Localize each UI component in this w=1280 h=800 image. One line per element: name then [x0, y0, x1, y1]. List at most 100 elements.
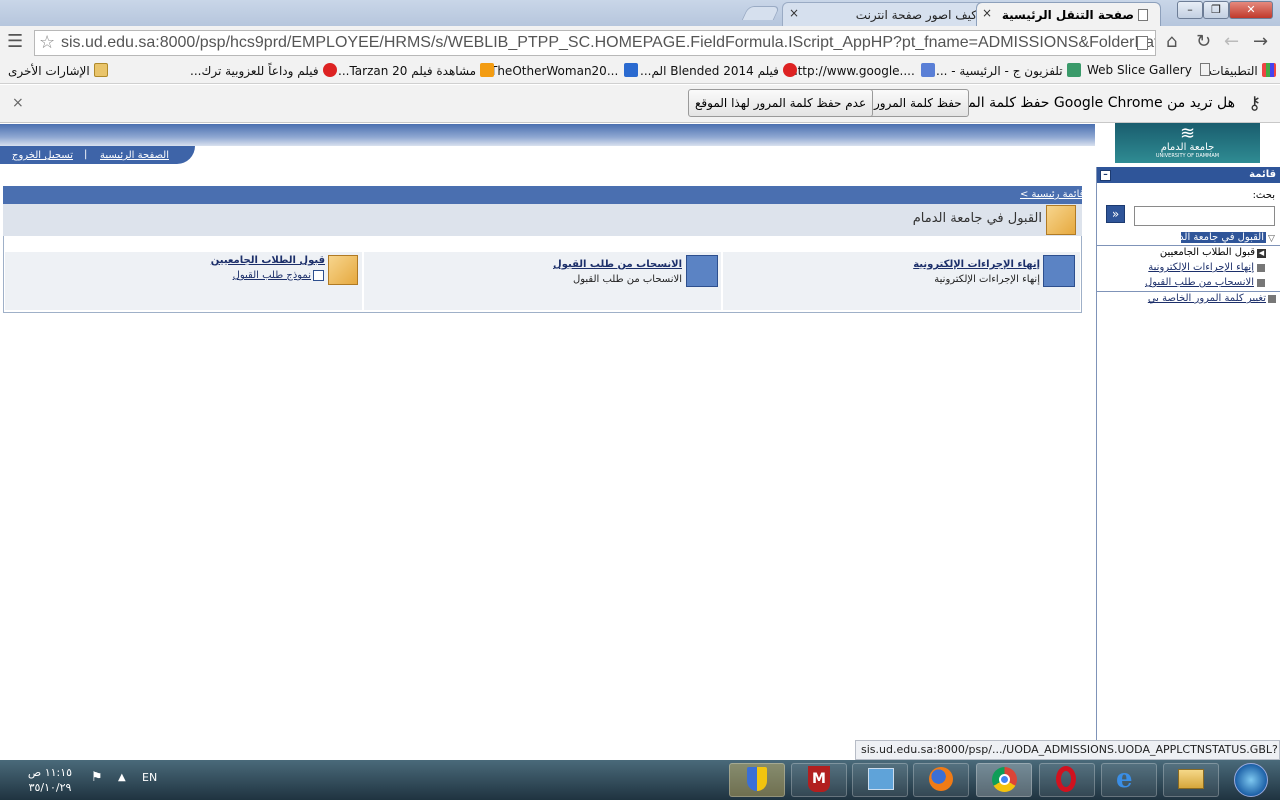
close-window-button[interactable]: ✕	[1229, 1, 1273, 19]
infobar-close-icon[interactable]: ×	[12, 95, 24, 111]
bookmark-blended[interactable]: فيلم Blended 2014 الم...	[640, 63, 797, 78]
bookmark-label: تلفزيون ج - الرئيسية - ...	[936, 64, 1063, 78]
page-icon	[1199, 63, 1210, 76]
bookmark-label: الإشارات الأخرى	[8, 64, 90, 78]
save-password-button[interactable]: حفظ كلمة المرور	[867, 89, 969, 117]
menu-header: قائمة	[1097, 167, 1280, 183]
bookmark-tv[interactable]: تلفزيون ج - الرئيسية - ...	[936, 63, 1081, 78]
bookmark-other[interactable]: الإشارات الأخرى	[8, 63, 108, 78]
opera-icon	[1056, 766, 1076, 792]
menu-item-change-password[interactable]: تغيير كلمة المرور الخاصة بي	[1120, 293, 1266, 304]
bullet-icon	[1257, 264, 1265, 272]
tab-screenshot-howto[interactable]: كيف اصور صفحة انترنت	[782, 2, 1004, 26]
maximize-button[interactable]: ❐	[1203, 1, 1229, 19]
key-icon: ⚷	[1248, 93, 1262, 114]
page-icon	[1137, 36, 1148, 50]
address-bar[interactable]: sis.ud.edu.sa:8000/psp/hcs9prd/EMPLOYEE/…	[34, 30, 1156, 56]
menu-title: قائمة	[1249, 169, 1276, 180]
shield-icon	[747, 767, 767, 791]
expand-arrow-icon[interactable]: ▽	[1268, 234, 1275, 244]
menu-icon[interactable]: ☰	[7, 32, 23, 52]
folder-icon	[93, 63, 108, 77]
bookmark-label: Web Slice Gallery	[1087, 63, 1192, 77]
infobar-question: هل تريد من Google Chrome حفظ كلمة المرور…	[939, 95, 1235, 111]
document-icon	[686, 255, 718, 287]
item-desc: إنهاء الإجراءات الإلكترونية	[934, 274, 1040, 285]
home-link[interactable]: الصفحة الرئيسية	[100, 150, 169, 161]
clock-time[interactable]: ١١:١٥ ص	[20, 766, 80, 779]
item-link-finish-procedures[interactable]: إنهاء الإجراءات الإلكترونية	[900, 259, 1040, 270]
bookmark-label: مشاهدة فيلم Tarzan 20...	[338, 64, 477, 78]
item-desc: الانسحاب من طلب القبول	[572, 274, 682, 285]
logo-text: جامعة الدمام	[1160, 142, 1215, 153]
bookmark-tarzan[interactable]: مشاهدة فيلم Tarzan 20...	[338, 63, 495, 78]
menu-root-item[interactable]: القبول في جامعة الدمام	[1165, 232, 1266, 243]
collapse-icon[interactable]: –	[1100, 170, 1111, 181]
start-button[interactable]	[1234, 763, 1268, 797]
tab-label: كيف اصور صفحة انترنت	[855, 8, 977, 22]
url-text: sis.ud.edu.sa:8000/psp/hcs9prd/EMPLOYEE/…	[61, 34, 1156, 51]
mcafee-icon: M	[808, 766, 830, 792]
item-link-undergrad-admission[interactable]: قبول الطلاب الجامعيين	[185, 255, 325, 266]
bookmark-apps[interactable]: التطبيقات	[1209, 63, 1276, 78]
page-title: القبول في جامعة الدمام	[912, 211, 1042, 226]
flag-icon[interactable]: ⚑	[91, 770, 103, 785]
bullet-icon	[1257, 279, 1265, 287]
minimize-button[interactable]: –	[1177, 1, 1203, 19]
show-hidden-icons[interactable]: ▲	[118, 772, 126, 783]
bookmark-star-icon[interactable]: ☆	[39, 33, 55, 53]
new-tab-button[interactable]	[741, 6, 781, 20]
logout-link[interactable]: تسجيل الخروج	[12, 150, 73, 161]
google-icon	[920, 63, 935, 77]
play-icon	[322, 63, 337, 77]
bookmark-label: فيلم وداعاً للعزوبية ترك...	[190, 64, 319, 78]
folder-icon	[328, 255, 358, 285]
page-icon	[1138, 9, 1148, 21]
tv-icon	[480, 63, 495, 77]
tv-site-icon	[1066, 63, 1081, 77]
tab-close-icon[interactable]: ×	[982, 6, 992, 20]
tab-navigation-home[interactable]: صفحة التنقل الرئيسية	[976, 2, 1161, 26]
firefox-icon	[929, 767, 953, 791]
bookmark-web-slice[interactable]: Web Slice Gallery	[1087, 63, 1210, 77]
menu-search-input[interactable]	[1134, 206, 1275, 226]
item-link-withdraw[interactable]: الانسحاب من طلب القبول	[540, 259, 682, 270]
bookmark-bachelor[interactable]: فيلم وداعاً للعزوبية ترك...	[190, 63, 337, 78]
header-banner	[0, 124, 1095, 146]
nav-separator: |	[84, 149, 88, 160]
back-icon[interactable]: →	[1253, 32, 1268, 52]
logo-subtext: UNIVERSITY OF DAMMAM	[1155, 153, 1220, 159]
document-icon	[1043, 255, 1075, 287]
sub-link-application-form[interactable]: نموذج طلب القبول	[185, 270, 311, 281]
search-go-icon[interactable]: »	[1106, 205, 1125, 223]
play-icon	[782, 63, 797, 77]
bookmark-label: فيلم Blended 2014 الم...	[640, 64, 779, 78]
apps-grid-icon	[1261, 63, 1276, 77]
bullet-icon	[1268, 295, 1276, 303]
form-icon	[313, 270, 324, 281]
never-save-password-button[interactable]: عدم حفظ كلمة المرور لهذا الموقع	[688, 89, 874, 117]
menu-item-withdraw[interactable]: الانسحاب من طلب القبول	[1130, 277, 1254, 288]
ie-icon: e	[1116, 764, 1133, 794]
home-icon[interactable]: ⌂	[1166, 32, 1177, 52]
menu-item-undergrad-admission[interactable]: قبول الطلاب الجامعيين	[1140, 247, 1255, 258]
forward-icon[interactable]: ←	[1224, 32, 1239, 52]
reload-icon[interactable]: ↻	[1196, 32, 1211, 52]
bookmark-google[interactable]: http://www.google....	[790, 63, 935, 78]
bookmark-otherwoman[interactable]: TheOtherWoman20...	[490, 63, 639, 78]
language-indicator[interactable]: EN	[142, 771, 157, 784]
control-panel-icon	[868, 768, 894, 790]
breadcrumb[interactable]: قائمة رئيسية >	[1020, 189, 1084, 200]
clock-date[interactable]: ٣٥/١٠/٢٩	[20, 781, 80, 794]
site-icon	[624, 63, 639, 77]
breadcrumb-bar	[3, 186, 1082, 204]
bookmark-label: TheOtherWoman20...	[490, 64, 619, 78]
bookmark-label: http://www.google....	[790, 64, 915, 78]
search-label: بحث:	[1252, 190, 1275, 201]
folder-icon	[1178, 769, 1204, 789]
menu-item-finish-procedures[interactable]: إنهاء الإجراءات الإلكترونية	[1130, 262, 1254, 273]
tab-close-icon[interactable]: ×	[789, 6, 799, 20]
university-logo: ≋ جامعة الدمام UNIVERSITY OF DAMMAM	[1115, 123, 1260, 163]
chrome-icon	[992, 767, 1017, 792]
tab-label: صفحة التنقل الرئيسية	[1001, 8, 1134, 22]
